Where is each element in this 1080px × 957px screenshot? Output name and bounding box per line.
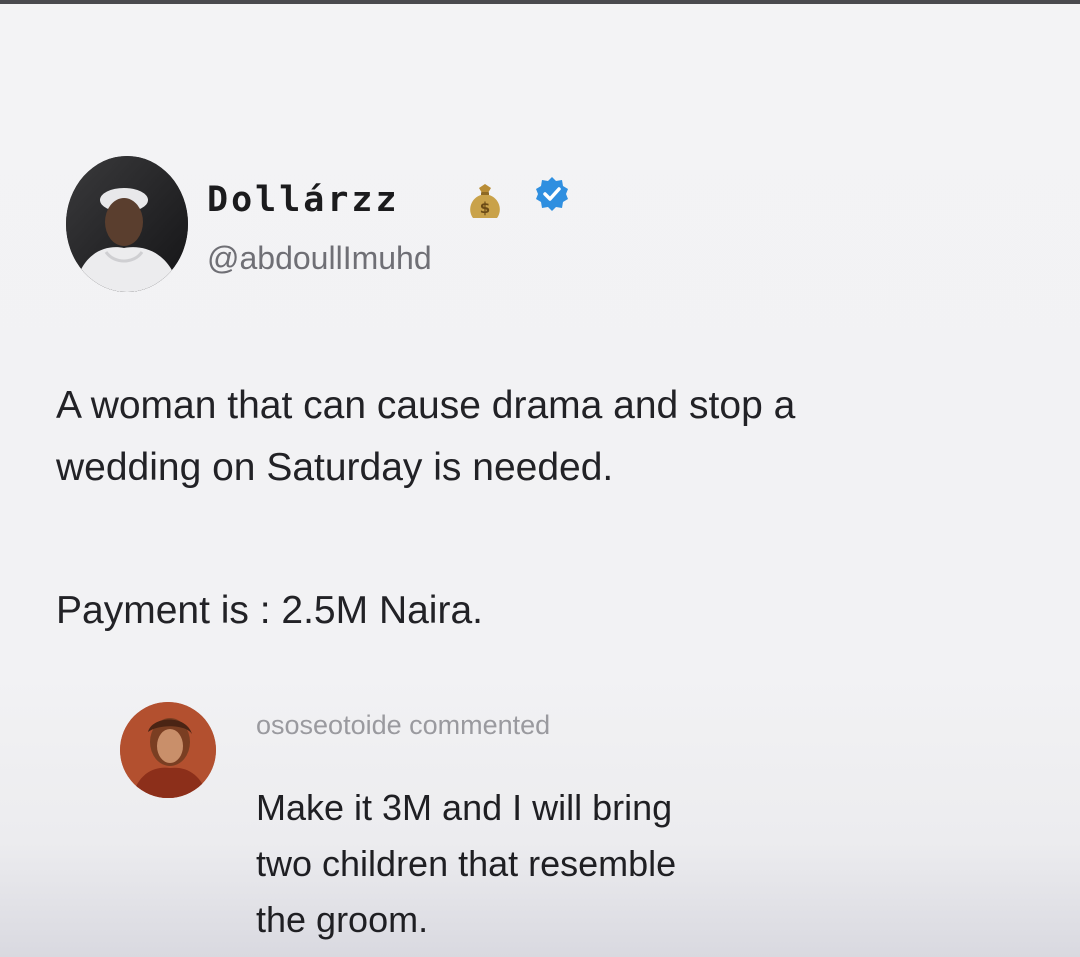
commenter-avatar-image [120,702,216,798]
author-avatar[interactable] [66,156,188,292]
comment-text-line: Make it 3M and I will bring [256,787,673,828]
money-bag-icon: $ [467,182,503,220]
author-avatar-image [66,156,188,292]
post-text-line: wedding on Saturday is needed. [56,446,614,489]
comment-text-line: the groom. [256,899,429,940]
top-border [0,0,1080,4]
comment-text: Make it 3M and I will bring two children… [256,780,676,948]
author-display-name[interactable]: Dollárzz [207,178,400,222]
post-text: A woman that can cause drama and stop a … [56,375,1046,499]
commenter-avatar[interactable] [120,702,216,798]
comment-text-line: two children that resemble [256,843,677,884]
post-text-line: A woman that can cause drama and stop a [56,384,796,427]
svg-text:$: $ [480,199,490,217]
post-payment-line: Payment is : 2.5M Naira. [56,589,483,632]
comment-header[interactable]: ososeotoide commented [256,708,550,742]
author-handle[interactable]: @abdoullImuhd [207,238,432,278]
screenshot-canvas: Dollárzz $ @abdoullImuhd A woman that ca… [0,0,1080,957]
verified-badge-icon [533,175,571,213]
